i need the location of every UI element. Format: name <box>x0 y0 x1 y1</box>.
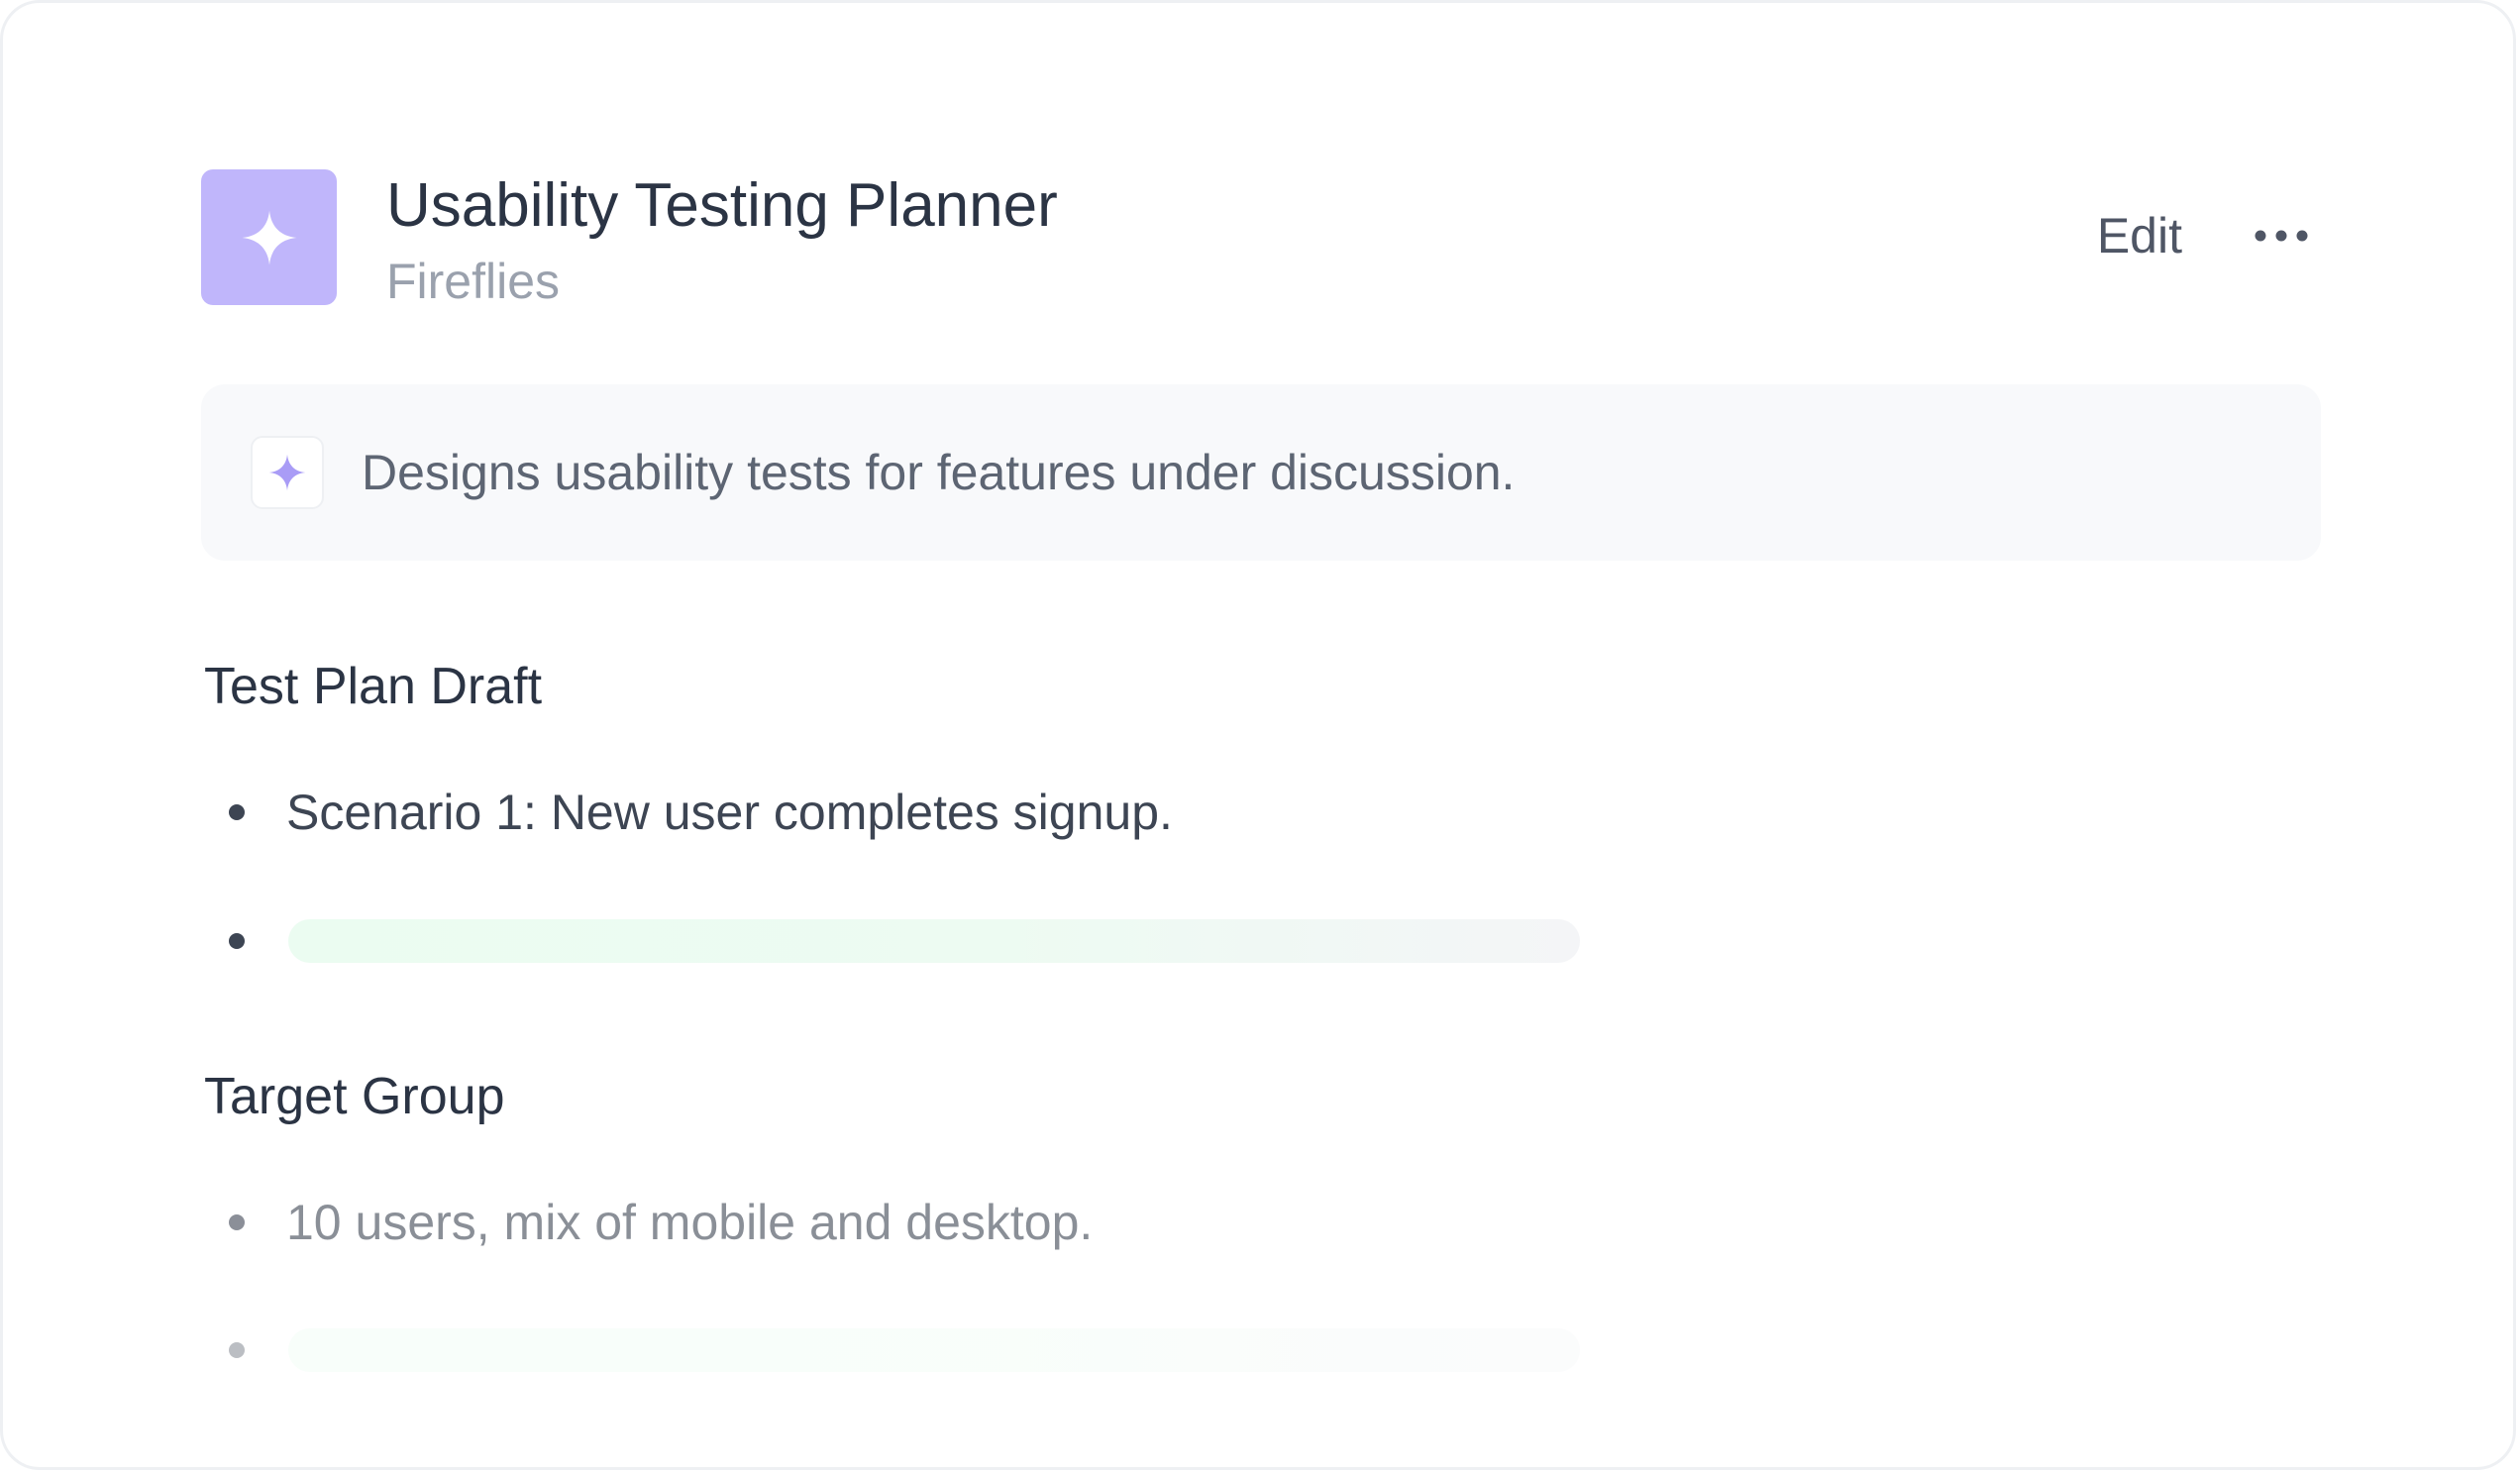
agent-card: Usability Testing Planner Fireflies Edit… <box>0 0 2516 1470</box>
loading-skeleton <box>288 1328 1580 1372</box>
description-icon-tile <box>251 436 324 509</box>
bullet-dot <box>229 1214 245 1230</box>
list-item: 10 users, mix of mobile and desktop. <box>229 1188 1093 1257</box>
app-avatar <box>201 169 337 305</box>
more-horizontal-icon <box>2255 230 2308 242</box>
section-title-test-plan: Test Plan Draft <box>204 658 543 715</box>
bullet-dot <box>229 933 245 949</box>
sparkle-icon <box>242 210 296 264</box>
list-item-text: 10 users, mix of mobile and desktop. <box>286 1195 1094 1250</box>
list-item-loading <box>229 1316 1580 1385</box>
section-title-target-group: Target Group <box>204 1068 505 1125</box>
sparkle-icon <box>268 454 306 491</box>
list-item-text: Scenario 1: New user completes signup. <box>286 785 1173 840</box>
bullet-dot <box>229 804 245 820</box>
card-header: Usability Testing Planner Fireflies Edit <box>201 166 2316 309</box>
list-item-loading <box>229 906 1580 976</box>
description-panel: Designs usability tests for features und… <box>201 384 2321 561</box>
edit-button[interactable]: Edit <box>2097 206 2182 265</box>
description-text: Designs usability tests for features und… <box>362 445 1516 500</box>
app-subtitle: Fireflies <box>386 254 561 309</box>
list-item: Scenario 1: New user completes signup. <box>229 778 1173 847</box>
bullet-dot <box>229 1342 245 1358</box>
more-options-button[interactable] <box>2247 206 2316 265</box>
loading-skeleton <box>288 919 1580 963</box>
page-title: Usability Testing Planner <box>386 171 1058 240</box>
